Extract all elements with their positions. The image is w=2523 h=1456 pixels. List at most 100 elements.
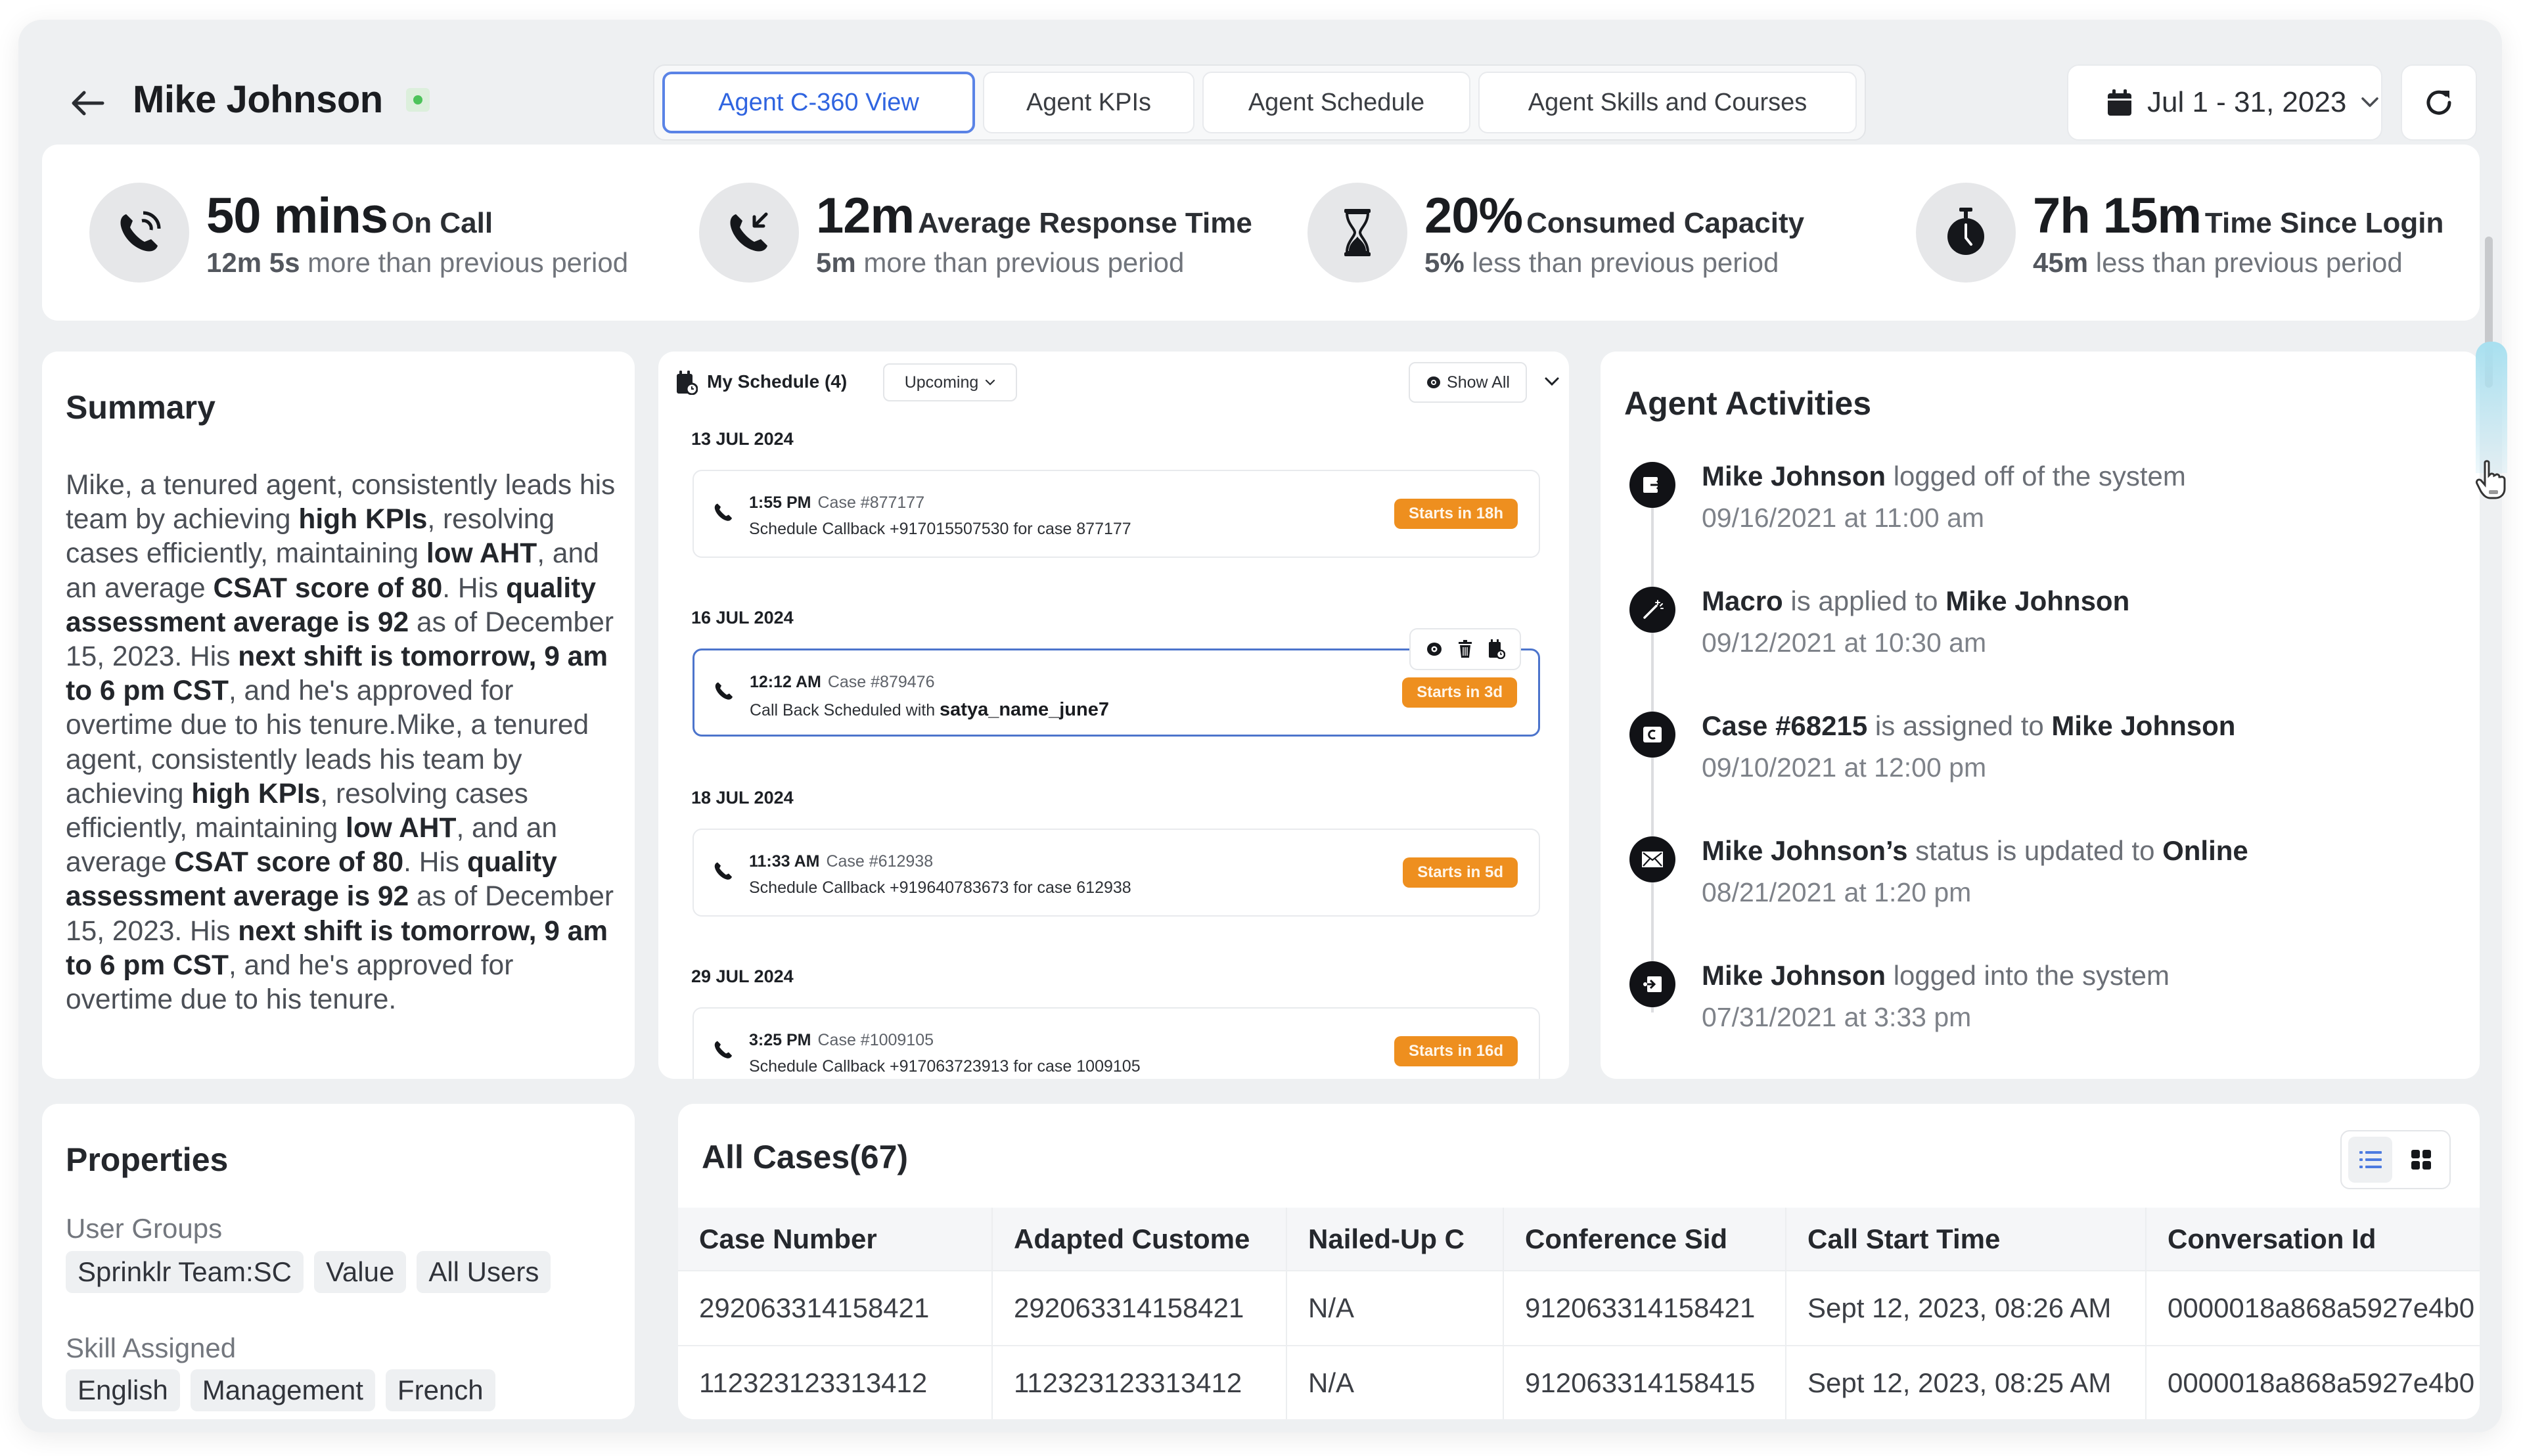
activities-title: Agent Activities [1624, 385, 1872, 422]
column-header[interactable]: Call Start Time [1786, 1208, 2147, 1271]
list-icon [2359, 1151, 2382, 1168]
schedule-item[interactable]: 12:12 AM Case #879476 Call Back Scheduled … [693, 628, 1540, 737]
schedule-item[interactable]: 3:25 PM Case #1009105 Schedule Callback +9… [693, 1007, 1540, 1079]
back-button[interactable] [64, 80, 110, 126]
column-header[interactable]: Adapted Custome [992, 1208, 1287, 1271]
refresh-icon [2426, 90, 2451, 115]
schedule-item[interactable]: 11:33 AM Case #612938 Schedule Callback +9… [693, 829, 1540, 917]
table-row[interactable]: 292063314158421 292063314158421 N/A 9120633… [678, 1271, 2480, 1346]
schedule-time-value: 11:33 AM [749, 852, 820, 871]
envelope-icon [1629, 836, 1675, 882]
description-text: Schedule Callback +917063723913 for case… [749, 1057, 1141, 1076]
refresh-button[interactable] [2401, 64, 2477, 141]
phone-callback-icon [730, 212, 768, 252]
user-group-chip: Value [314, 1251, 407, 1293]
kpi-label: Average Response Time [918, 206, 1252, 239]
emphasis-text: Mike Johnson [2051, 710, 2236, 741]
chevron-down-icon [1545, 377, 1559, 386]
kpi-label: On Call [392, 206, 493, 239]
collapse-schedule-button[interactable] [1540, 369, 1564, 395]
view-icon[interactable] [1426, 641, 1443, 657]
activity-text: Case #68215 is assigned to Mike Johnson [1702, 710, 2235, 742]
hand-pointer-cursor-icon [2476, 460, 2506, 499]
table-cell: 112323123313412 [678, 1346, 993, 1419]
skill-chip: Management [190, 1369, 375, 1411]
description-text: Schedule Callback +917015507530 for case… [749, 520, 1131, 538]
text-segment: . His [442, 572, 507, 604]
tab-agent-kpis[interactable]: Agent KPIs [983, 72, 1194, 133]
table-cell: 112323123313412 [992, 1346, 1287, 1419]
schedule-time-value: 3:25 PM [749, 1031, 811, 1049]
schedule-filter-dropdown[interactable]: Upcoming [883, 363, 1017, 401]
hourglass-icon [1344, 209, 1371, 256]
arrow-left-icon [72, 91, 104, 116]
schedule-item[interactable]: 1:55 PM Case #877177 Schedule Callback +91… [693, 470, 1540, 558]
phone-icon [714, 861, 733, 884]
date-range-picker[interactable]: Jul 1 - 31, 2023 [2067, 64, 2382, 141]
emphasis-text: Macro [1702, 585, 1783, 616]
reschedule-icon[interactable] [1488, 639, 1505, 659]
table-row[interactable]: 112323123313412 112323123313412 N/A 9120633… [678, 1346, 2480, 1419]
tab-agent-c360-view[interactable]: Agent C-360 View [662, 72, 975, 133]
starts-in-badge: Starts in 5d [1403, 857, 1518, 888]
column-header[interactable]: Conversation Id [2146, 1208, 2480, 1271]
phone-icon [714, 681, 734, 704]
emphasis-text: CSAT score of 80 [213, 572, 443, 604]
activity-timestamp: 08/21/2021 at 1:20 pm [1702, 877, 1972, 907]
kpi-icon-wrap [1307, 183, 1407, 283]
kpi-delta-text: more than previous period [307, 246, 629, 278]
column-header[interactable]: Case Number [678, 1208, 993, 1271]
my-schedule-card: My Schedule (4) Upcoming Show All 13 JUL… [658, 352, 1569, 1079]
user-group-chip: Sprinklr Team:SC [66, 1251, 304, 1293]
activity-timestamp: 09/16/2021 at 11:00 am [1702, 503, 1985, 533]
cases-title: All Cases(67) [702, 1139, 909, 1175]
cases-table: Case Number Adapted Custome Nailed-Up C Con… [678, 1208, 2480, 1419]
stopwatch-icon [1947, 208, 1984, 255]
activity-text: Mike Johnson logged off of the system [1702, 461, 2186, 492]
show-all-label: Show All [1447, 373, 1510, 392]
agent-name: Mike Johnson [133, 78, 383, 121]
kpi-average-response-time: 12m Average Response Time 5m more than pr… [699, 145, 1252, 321]
scrollbar-hover-highlight [2476, 342, 2507, 473]
case-icon [1629, 712, 1675, 758]
show-all-button[interactable]: Show All [1409, 362, 1527, 403]
text-segment: . His [403, 847, 467, 878]
schedule-time-value: 12:12 AM [750, 673, 821, 691]
kpi-icon-wrap [89, 183, 189, 283]
schedule-case-number: Case #1009105 [817, 1031, 934, 1049]
summary-card: Summary Mike, a tenured agent, consisten… [42, 352, 635, 1079]
tab-label: Agent KPIs [1026, 88, 1152, 116]
agent-360-window: Mike Johnson Agent C-360 View Agent KPIs… [18, 20, 2502, 1432]
column-header[interactable]: Conference Sid [1503, 1208, 1786, 1271]
tab-agent-schedule[interactable]: Agent Schedule [1202, 72, 1470, 133]
schedule-time: 1:55 PM Case #877177 [749, 493, 924, 512]
text-segment: logged off of the system [1886, 461, 2186, 491]
eye-icon [1427, 376, 1441, 388]
starts-in-badge: Starts in 18h [1394, 499, 1518, 529]
schedule-case-number: Case #612938 [826, 852, 934, 871]
agent-activities-card: Agent Activities Mike Johnson logged off… [1601, 352, 2480, 1079]
tab-agent-skills-courses[interactable]: Agent Skills and Courses [1478, 72, 1857, 133]
column-header[interactable]: Nailed-Up C [1286, 1208, 1504, 1271]
skills-label: Skill Assigned [66, 1332, 237, 1363]
activity-item: Macro is applied to Mike Johnson 09/12/20… [1624, 585, 2452, 684]
table-cell: 912063314158421 [1503, 1271, 1786, 1346]
schedule-header: My Schedule (4) Upcoming Show All [658, 352, 1569, 411]
activity-item: Mike Johnson logged off of the system 09/… [1624, 461, 2452, 559]
summary-text: Mike, a tenured agent, consistently lead… [66, 468, 618, 1017]
schedule-time: 12:12 AM Case #879476 [750, 673, 934, 692]
delete-icon[interactable] [1457, 640, 1473, 658]
kpi-icon-wrap [1916, 183, 2016, 283]
schedule-time-value: 1:55 PM [749, 493, 811, 512]
kpi-delta-text: more than previous period [863, 246, 1185, 278]
activity-timestamp: 07/31/2021 at 3:33 pm [1702, 1002, 1972, 1032]
schedule-date-heading: 18 JUL 2024 [691, 788, 794, 808]
list-view-button[interactable] [2348, 1137, 2392, 1183]
chevron-down-icon [986, 379, 995, 386]
kpi-delta: 5% [1424, 246, 1465, 278]
kpi-value: 12m [816, 187, 915, 244]
logout-icon [1629, 462, 1675, 508]
kpi-consumed-capacity: 20% Consumed Capacity 5% less than previo… [1307, 145, 1804, 321]
properties-title: Properties [66, 1141, 229, 1178]
grid-view-button[interactable] [2399, 1137, 2443, 1183]
